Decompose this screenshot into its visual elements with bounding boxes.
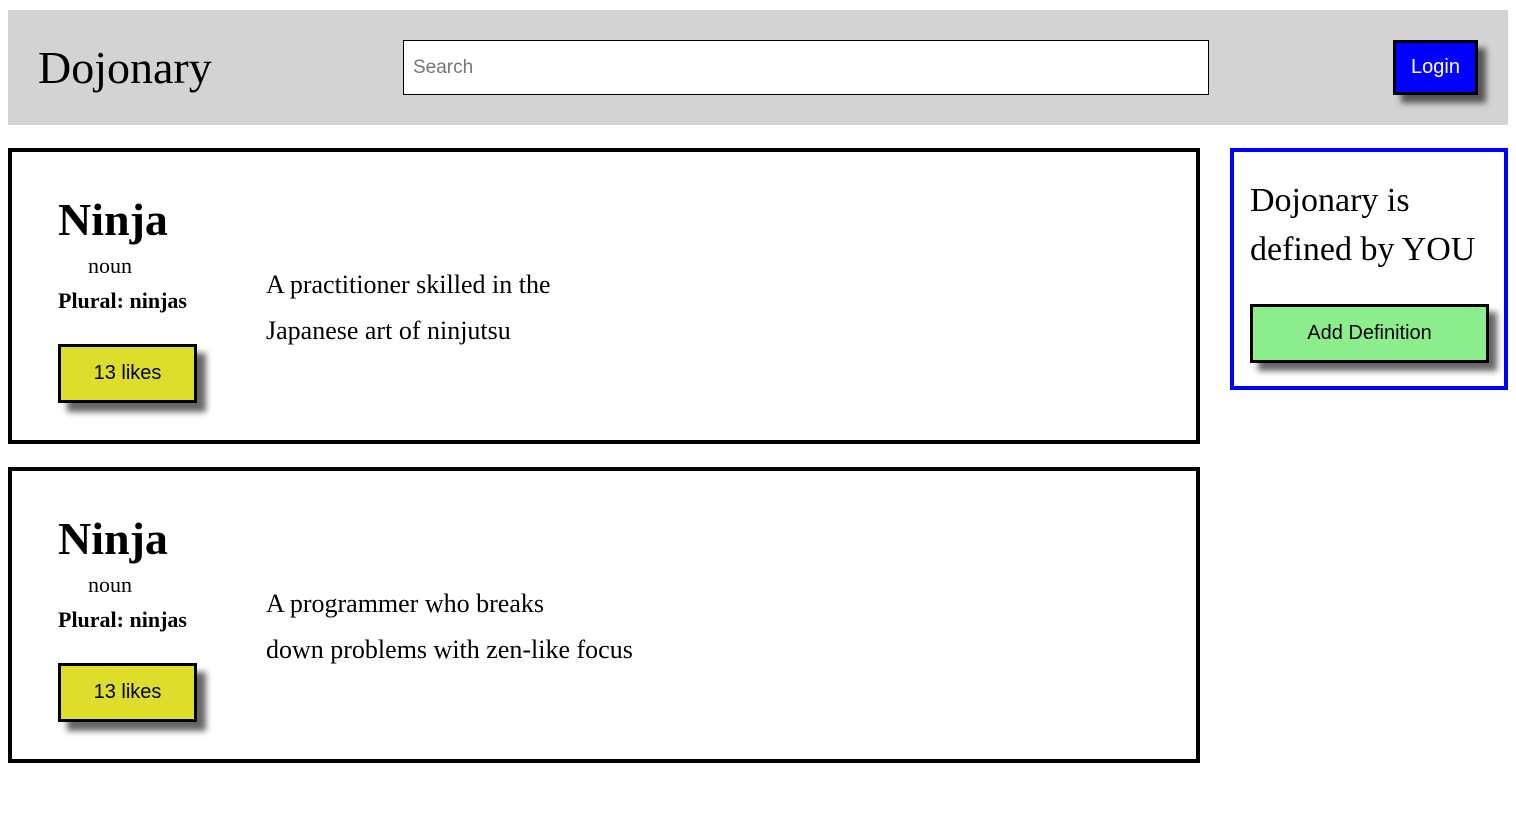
search-input[interactable]	[403, 40, 1209, 95]
entry-part-of-speech: noun	[88, 572, 132, 597]
sidebar-panel: Dojonary is defined by YOU Add Definitio…	[1230, 148, 1508, 390]
definition-card: Ninja noun Plural: ninjas 13 likes A pro…	[8, 467, 1200, 763]
entry-definition: A programmer who breaks down problems wi…	[266, 581, 666, 673]
definition-card: Ninja noun Plural: ninjas 13 likes A pra…	[8, 148, 1200, 444]
entry-part-of-speech: noun	[88, 253, 132, 278]
likes-button[interactable]: 13 likes	[58, 344, 197, 403]
entry-word: Ninja	[58, 513, 168, 564]
login-button[interactable]: Login	[1393, 40, 1478, 95]
header-bar: Dojonary Login	[8, 10, 1508, 125]
likes-button[interactable]: 13 likes	[58, 663, 197, 722]
definition-line: A programmer who breaks	[266, 589, 544, 618]
definition-line: down problems with zen-like focus	[266, 635, 633, 664]
entry-word: Ninja	[58, 194, 168, 245]
definition-line: Japanese art of ninjutsu	[266, 316, 511, 345]
sidebar-tagline: Dojonary is defined by YOU	[1250, 182, 1476, 268]
entry-plural: Plural: ninjas	[58, 607, 187, 632]
entry-plural: Plural: ninjas	[58, 288, 187, 313]
add-definition-button[interactable]: Add Definition	[1250, 304, 1489, 363]
entry-definition: A practitioner skilled in the Japanese a…	[266, 262, 586, 354]
definition-line: A practitioner skilled in the	[266, 270, 551, 299]
brand-title: Dojonary	[38, 42, 212, 93]
